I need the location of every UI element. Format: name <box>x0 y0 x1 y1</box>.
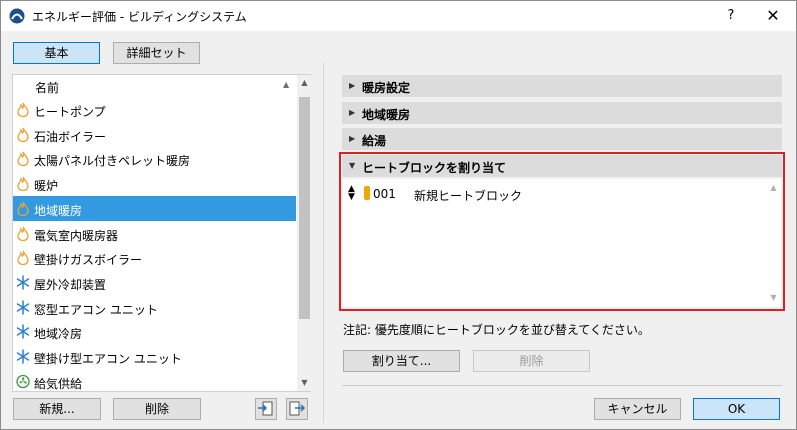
sort-up-icon: ▲ <box>283 80 290 89</box>
remove-button[interactable]: 削除 <box>473 350 590 372</box>
import-button[interactable] <box>255 398 277 420</box>
section-heating-label: 暖房設定 <box>362 81 411 95</box>
list-item[interactable]: 太陽パネル付きペレット暖房 <box>13 146 296 171</box>
heat-block-row[interactable]: ▲ ▼ 001 新規ヒートブロック <box>343 184 763 204</box>
list-item[interactable]: 屋外冷却装置 <box>13 270 296 295</box>
panel-divider <box>323 63 324 423</box>
flame-icon <box>16 250 30 266</box>
flame-icon <box>16 176 30 192</box>
list-item-label: 屋外冷却装置 <box>34 277 107 292</box>
assign-button[interactable]: 割り当て... <box>343 350 460 372</box>
list-scrollbar[interactable]: ▲ ▼ <box>297 75 312 391</box>
heat-block-scrollbar[interactable]: ▲ ▼ <box>766 179 781 307</box>
fan-icon <box>16 374 30 389</box>
section-heat-block-label: ヒートブロックを割り当て <box>362 161 507 175</box>
list-item-label: ヒートポンプ <box>34 105 106 119</box>
list-header[interactable]: 名前 ▲ <box>13 75 296 97</box>
window-title: エネルギー評価 - ビルディングシステム <box>32 10 247 24</box>
snowflake-icon <box>16 349 30 364</box>
list-item[interactable]: 地域暖房 <box>13 195 296 221</box>
flame-icon <box>16 127 30 142</box>
list-item[interactable]: 壁掛け型エアコン ユニット <box>13 344 296 369</box>
heat-block-color-swatch <box>364 186 370 200</box>
list-item-label: 暖炉 <box>34 179 59 194</box>
note-text: 注記: 優先度順にヒートブロックを並び替えてください。 <box>343 323 650 337</box>
list-item[interactable]: ヒートポンプ <box>13 97 296 122</box>
expand-arrow-icon: ▶ <box>349 108 356 117</box>
export-button[interactable] <box>286 398 308 420</box>
snowflake-icon <box>16 275 30 290</box>
flame-icon <box>16 102 30 118</box>
app-icon <box>9 8 25 24</box>
list-item-label: 地域冷房 <box>34 327 83 342</box>
tab-basic[interactable]: 基本 <box>13 42 100 64</box>
list-item-label: 石油ボイラー <box>34 129 107 144</box>
section-heat-block[interactable]: ▼ ヒートブロックを割り当て <box>342 155 782 177</box>
export-icon <box>289 401 306 416</box>
collapse-arrow-icon: ▼ <box>349 161 356 170</box>
footer-divider <box>342 385 782 386</box>
list-item[interactable]: 壁掛けガスボイラー <box>13 245 296 270</box>
import-icon <box>258 401 273 416</box>
list-item-label: 地域暖房 <box>34 203 83 218</box>
expand-arrow-icon: ▶ <box>349 134 356 143</box>
snowflake-icon <box>16 299 30 315</box>
flame-icon <box>16 226 30 241</box>
scroll-up-arrow-icon[interactable]: ▲ <box>766 181 781 195</box>
flame-icon <box>16 201 30 216</box>
heat-block-number: 001 <box>373 187 396 201</box>
section-hot-water-label: 給湯 <box>362 134 387 148</box>
list-item[interactable]: 石油ボイラー <box>13 122 296 147</box>
list-item[interactable]: 給気供給 <box>13 369 296 394</box>
scroll-down-arrow-icon[interactable]: ▼ <box>766 291 781 305</box>
list-item[interactable]: 電気室内暖房器 <box>13 221 296 246</box>
list-item-label: 太陽パネル付きペレット暖房 <box>34 154 191 169</box>
heat-block-list: ▲ ▼ 001 新規ヒートブロック ▲ ▼ <box>343 179 781 307</box>
list-item-label: 給気供給 <box>34 376 83 391</box>
list-item[interactable]: 窓型エアコン ユニット <box>13 295 296 320</box>
list-item-label: 窓型エアコン ユニット <box>34 302 158 317</box>
scroll-thumb[interactable] <box>299 97 310 319</box>
dialog-window: エネルギー評価 - ビルディングシステム ? ✕ 基本 詳細セット 名前 ▲ ヒ… <box>0 0 797 430</box>
scroll-down-arrow-icon[interactable]: ▼ <box>297 375 312 391</box>
delete-button[interactable]: 削除 <box>113 398 201 420</box>
building-system-list: 名前 ▲ ヒートポンプ 石油ボイラー太陽パネル付きペレット暖房 暖炉地域暖房電気室内… <box>12 74 312 394</box>
list-item[interactable]: 暖炉 <box>13 171 296 196</box>
section-district-heating[interactable]: ▶ 地域暖房 <box>342 102 782 124</box>
close-button[interactable]: ✕ <box>753 1 793 31</box>
list-item-label: 壁掛け型エアコン ユニット <box>34 352 182 366</box>
list-item[interactable]: 地域冷房 <box>13 319 296 344</box>
reorder-handle-icon[interactable]: ▲ ▼ <box>348 185 355 202</box>
flame-icon <box>16 151 30 167</box>
snowflake-icon <box>16 324 30 340</box>
new-button[interactable]: 新規... <box>13 398 101 420</box>
title-bar: エネルギー評価 - ビルディングシステム ? ✕ <box>1 1 796 31</box>
tab-detail-set[interactable]: 詳細セット <box>113 42 200 64</box>
help-button[interactable]: ? <box>711 1 751 31</box>
heat-block-name: 新規ヒートブロック <box>414 189 523 203</box>
list-item-label: 電気室内暖房器 <box>34 228 119 243</box>
list-item-label: 壁掛けガスボイラー <box>34 253 143 268</box>
name-column-header: 名前 <box>35 81 60 95</box>
ok-button[interactable]: OK <box>693 398 780 420</box>
cancel-button[interactable]: キャンセル <box>594 398 681 420</box>
section-heating[interactable]: ▶ 暖房設定 <box>342 75 782 97</box>
section-district-heating-label: 地域暖房 <box>362 108 411 122</box>
scroll-up-arrow-icon[interactable]: ▲ <box>297 75 312 91</box>
section-hot-water[interactable]: ▶ 給湯 <box>342 128 782 150</box>
expand-arrow-icon: ▶ <box>349 81 356 90</box>
